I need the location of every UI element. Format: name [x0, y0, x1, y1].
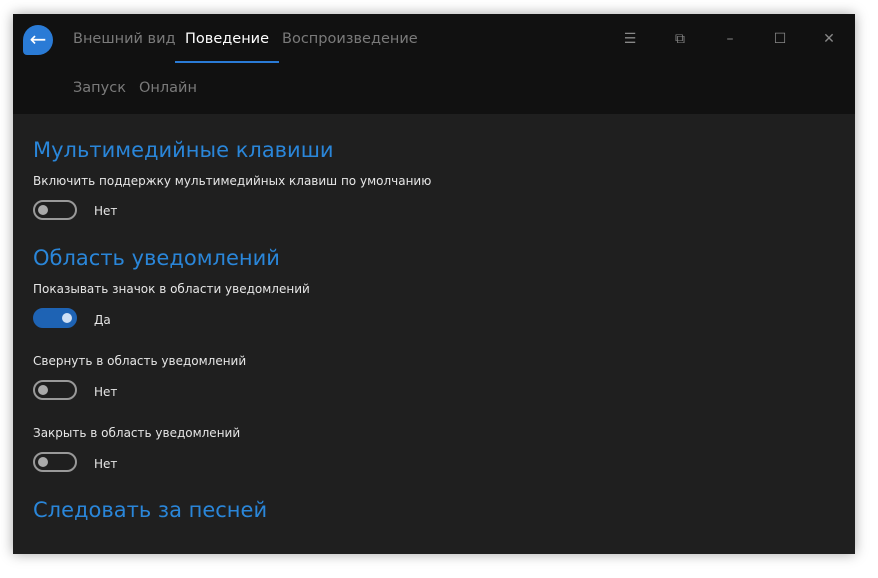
setting-label: Закрыть в область уведомлений: [33, 426, 241, 440]
tab-playback[interactable]: Воспроизведение: [282, 29, 418, 63]
section-title-media-keys: Мультимедийные клавиши: [33, 138, 334, 162]
close-to-tray-toggle[interactable]: [33, 452, 77, 472]
close-button[interactable]: ✕: [814, 28, 844, 50]
toggle-value: Нет: [94, 385, 118, 399]
toggle-value: Нет: [94, 457, 118, 471]
back-button[interactable]: ←: [23, 25, 53, 55]
minimize-to-tray-toggle[interactable]: [33, 380, 77, 400]
section-title-follow-song: Следовать за песней: [33, 498, 268, 522]
header: ← Внешний вид Поведение Воспроизведение …: [13, 14, 855, 114]
section-title-tray: Область уведомлений: [33, 246, 280, 270]
tab-behavior[interactable]: Поведение: [175, 29, 280, 63]
minimize-button[interactable]: –: [715, 28, 745, 50]
app-window: ← Внешний вид Поведение Воспроизведение …: [13, 14, 855, 554]
subtab-online[interactable]: Онлайн: [139, 80, 197, 96]
toggle-value: Да: [94, 313, 111, 327]
arrow-left-icon: ←: [29, 27, 47, 51]
show-tray-icon-toggle[interactable]: [33, 308, 77, 328]
subtab-startup[interactable]: Запуск: [73, 80, 126, 96]
maximize-button[interactable]: ☐: [765, 28, 795, 50]
menu-icon[interactable]: ☰: [615, 28, 645, 50]
setting-label: Свернуть в область уведомлений: [33, 354, 247, 368]
tab-appearance[interactable]: Внешний вид: [73, 29, 176, 63]
setting-label: Показывать значок в области уведомлений: [33, 282, 310, 296]
media-keys-toggle[interactable]: [33, 200, 77, 220]
toggle-value: Нет: [94, 204, 118, 218]
compact-overlay-icon[interactable]: ⧉: [665, 28, 695, 50]
setting-label: Включить поддержку мультимедийных клавиш…: [33, 174, 432, 188]
